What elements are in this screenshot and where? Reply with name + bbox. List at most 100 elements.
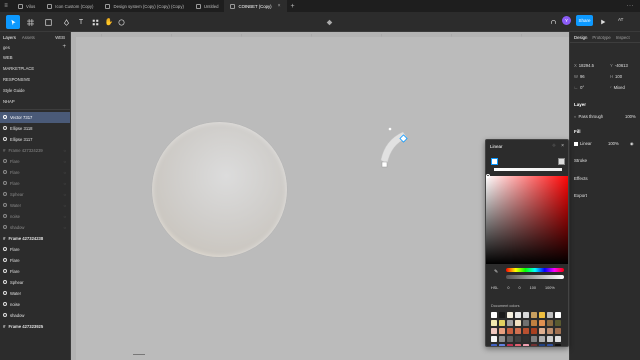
color-swatch[interactable] [523, 320, 529, 326]
text-tool-icon[interactable]: T [76, 15, 86, 29]
zoom-indicator[interactable]: AT [618, 17, 623, 22]
color-swatch[interactable] [531, 312, 537, 318]
color-swatch[interactable] [507, 336, 513, 342]
move-tool-icon[interactable] [6, 15, 20, 29]
component-icon[interactable] [324, 15, 334, 29]
color-swatch[interactable] [491, 344, 497, 346]
radius-field[interactable]: ◜ Mixed [610, 85, 625, 90]
tab-design-system[interactable]: Design system (Copy) (Copy) (Copy) [99, 0, 189, 12]
add-page-icon[interactable]: + [62, 44, 66, 50]
color-swatch[interactable] [547, 312, 553, 318]
color-swatch[interactable] [523, 312, 529, 318]
width-field[interactable]: W 96 [574, 74, 585, 79]
avatar[interactable]: Y [562, 16, 571, 25]
close-icon[interactable]: × [561, 143, 564, 149]
selected-vector[interactable] [371, 122, 421, 172]
color-swatch[interactable] [547, 336, 553, 342]
color-swatch[interactable] [499, 344, 505, 346]
color-swatch[interactable] [539, 336, 545, 342]
color-swatch[interactable] [507, 328, 513, 334]
hidden-eye-icon[interactable]: ◌ [64, 192, 70, 197]
hidden-eye-icon[interactable]: ◌ [64, 170, 70, 175]
color-swatch[interactable] [491, 320, 497, 326]
y-field[interactable]: Y -40613 [610, 63, 628, 68]
layer-item[interactable]: shadow [0, 310, 70, 321]
layer-opacity[interactable]: 100% [625, 114, 636, 119]
color-swatch[interactable] [547, 320, 553, 326]
tab-assets[interactable]: Assets [22, 35, 35, 40]
layer-item[interactable]: Flare ◌ [0, 167, 70, 178]
hue-value[interactable]: 0 [507, 286, 509, 290]
hidden-eye-icon[interactable]: ◌ [64, 203, 70, 208]
layer-item[interactable]: Flare [0, 255, 70, 266]
color-swatch[interactable] [491, 312, 497, 318]
main-menu-icon[interactable]: ≡ [0, 0, 12, 12]
alpha-value[interactable]: 100% [545, 286, 555, 290]
layer-item[interactable]: Flare ◌ [0, 178, 70, 189]
frame-tool-icon[interactable] [24, 15, 36, 29]
color-swatch[interactable] [515, 336, 521, 342]
color-swatch[interactable] [499, 320, 505, 326]
color-swatch[interactable] [555, 320, 561, 326]
color-swatch[interactable] [531, 336, 537, 342]
layer-item[interactable]: Water ◌ [0, 200, 70, 211]
layer-item[interactable]: noise [0, 299, 70, 310]
comment-tool-icon[interactable] [116, 15, 126, 29]
fill-opacity[interactable]: 100% [608, 141, 619, 146]
tab-layers[interactable]: Layers [3, 35, 16, 40]
hidden-eye-icon[interactable]: ◌ [64, 225, 70, 230]
layer-item[interactable]: # Frame 427324238 [0, 233, 70, 244]
color-swatch[interactable] [531, 344, 537, 346]
color-swatch[interactable] [555, 336, 561, 342]
color-swatch[interactable] [515, 328, 521, 334]
resources-tool-icon[interactable] [90, 15, 100, 29]
color-swatch[interactable] [523, 328, 529, 334]
new-tab-icon[interactable]: + [287, 3, 299, 10]
close-icon[interactable]: × [278, 3, 281, 9]
page-item[interactable]: Style Guide [0, 85, 70, 96]
page-item[interactable]: RESPONSIVE [0, 74, 70, 85]
layer-item[interactable]: noise ◌ [0, 211, 70, 222]
color-swatch[interactable] [491, 336, 497, 342]
tab-inspect[interactable]: Inspect [616, 35, 630, 40]
color-swatch[interactable] [523, 336, 529, 342]
color-swatch[interactable] [499, 328, 505, 334]
hidden-eye-icon[interactable]: ◌ [64, 181, 70, 186]
layer-item[interactable]: Ellipse 3117 [0, 134, 70, 145]
gradient-stop-start[interactable] [491, 158, 498, 165]
fill-swatch[interactable] [574, 141, 578, 146]
color-swatch[interactable] [555, 328, 561, 334]
tab-vilos[interactable]: Vilos [12, 0, 41, 12]
color-swatch[interactable] [515, 344, 521, 346]
gradient-bar[interactable] [494, 168, 562, 171]
color-swatch[interactable] [507, 344, 513, 346]
eye-icon[interactable]: ◉ [630, 141, 634, 146]
saturation-value[interactable]: 0 [519, 286, 521, 290]
page-item[interactable]: MARKETPLACE [0, 63, 70, 74]
eyedropper-icon[interactable]: ✎ [494, 269, 498, 275]
layer-item[interactable]: Flare ◌ [0, 156, 70, 167]
color-swatch[interactable] [507, 312, 513, 318]
gradient-stop-end[interactable] [558, 158, 565, 165]
tab-coinbet[interactable]: COINBET (Copy) × [224, 0, 287, 12]
color-swatch[interactable] [499, 312, 505, 318]
height-field[interactable]: H 100 [610, 74, 622, 79]
color-swatch[interactable] [555, 312, 561, 318]
hidden-eye-icon[interactable]: ◌ [64, 159, 70, 164]
lightness-value[interactable]: 100 [530, 286, 536, 290]
color-swatch[interactable] [523, 344, 529, 346]
tab-prototype[interactable]: Prototype [592, 35, 610, 40]
color-swatch[interactable] [539, 344, 545, 346]
saturation-area[interactable] [486, 176, 568, 264]
layer-item[interactable]: Ellipse 3118 [0, 123, 70, 134]
color-swatch[interactable] [539, 312, 545, 318]
layer-item[interactable]: Flare [0, 266, 70, 277]
color-mode-select[interactable]: HSL [491, 286, 498, 290]
tab-untitled[interactable]: Untitled [190, 0, 225, 12]
current-page-select[interactable]: WEB [55, 35, 70, 40]
color-swatch[interactable] [515, 312, 521, 318]
horizontal-scrollbar[interactable] [133, 354, 145, 356]
sphere-shape[interactable] [152, 122, 287, 257]
color-swatch[interactable] [515, 320, 521, 326]
color-swatch[interactable] [547, 344, 553, 346]
